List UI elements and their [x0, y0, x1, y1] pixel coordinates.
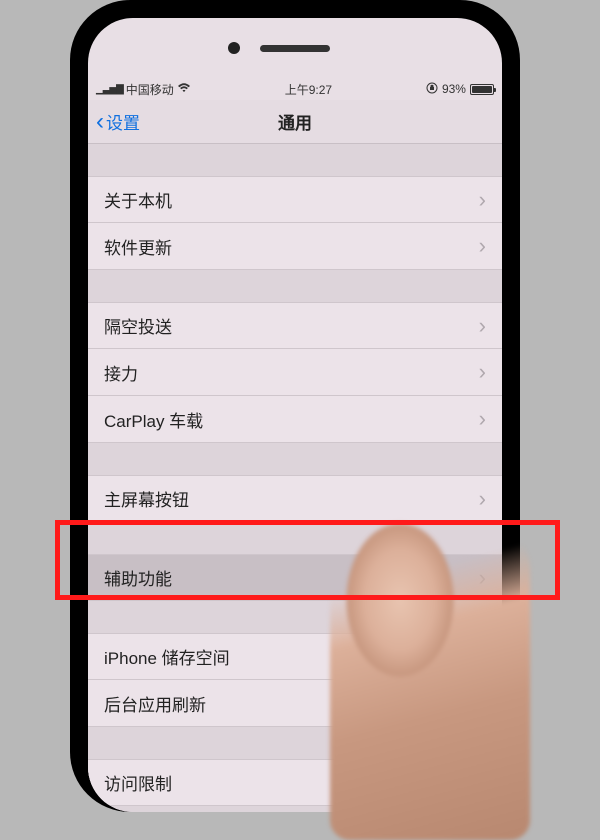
back-label: 设置 [106, 109, 140, 134]
row-airdrop[interactable]: 隔空投送 › [88, 302, 502, 349]
orientation-lock-icon [426, 82, 438, 97]
chevron-right-icon: › [479, 187, 486, 213]
row-label: 关于本机 [104, 187, 172, 212]
chevron-right-icon: › [479, 313, 486, 339]
signal-icon: ▁▃▅▇ [96, 84, 123, 95]
page-title: 通用 [278, 109, 312, 134]
settings-list[interactable]: 关于本机 › 软件更新 › 隔空投送 › 接力 › CarPlay 车载 › [88, 144, 502, 812]
row-label: 主屏幕按钮 [104, 486, 189, 511]
battery-icon [470, 84, 494, 95]
row-label: 软件更新 [104, 234, 172, 259]
row-accessibility[interactable]: 辅助功能 › [88, 554, 502, 601]
row-label: 访问限制 [104, 770, 172, 795]
row-label: 隔空投送 [104, 313, 172, 338]
row-restrictions[interactable]: 访问限制 › [88, 759, 502, 806]
chevron-right-icon: › [479, 644, 486, 670]
row-carplay[interactable]: CarPlay 车载 › [88, 396, 502, 443]
row-software-update[interactable]: 软件更新 › [88, 223, 502, 270]
battery-percent: 93% [442, 82, 466, 96]
chevron-left-icon: ‹ [96, 108, 104, 136]
chevron-right-icon: › [479, 406, 486, 432]
back-button[interactable]: ‹ 设置 [96, 108, 140, 136]
wifi-icon [177, 82, 191, 96]
row-about[interactable]: 关于本机 › [88, 176, 502, 223]
row-label: 辅助功能 [104, 565, 172, 590]
phone-frame: ▁▃▅▇ 中国移动 上午9:27 93% ‹ 设置 通用 [70, 0, 520, 812]
row-label: iPhone 储存空间 [104, 644, 230, 669]
carrier-label: 中国移动 [126, 81, 174, 98]
row-background-refresh[interactable]: 后台应用刷新 › [88, 680, 502, 727]
row-iphone-storage[interactable]: iPhone 储存空间 › [88, 633, 502, 680]
row-label: CarPlay 车载 [104, 407, 203, 432]
status-left: ▁▃▅▇ 中国移动 [96, 81, 191, 98]
chevron-right-icon: › [479, 359, 486, 385]
chevron-right-icon: › [479, 565, 486, 591]
status-bar: ▁▃▅▇ 中国移动 上午9:27 93% [88, 78, 502, 100]
earpiece-speaker [260, 45, 330, 52]
status-time: 上午9:27 [285, 81, 332, 98]
nav-bar: ‹ 设置 通用 [88, 100, 502, 144]
chevron-right-icon: › [479, 690, 486, 716]
phone-hardware-top [88, 18, 502, 78]
row-label: 后台应用刷新 [104, 691, 206, 716]
status-right: 93% [426, 82, 494, 97]
chevron-right-icon: › [479, 486, 486, 512]
front-camera [228, 42, 240, 54]
row-label: 接力 [104, 360, 138, 385]
chevron-right-icon: › [479, 770, 486, 796]
phone-screen: ▁▃▅▇ 中国移动 上午9:27 93% ‹ 设置 通用 [88, 18, 502, 812]
row-home-button[interactable]: 主屏幕按钮 › [88, 475, 502, 522]
chevron-right-icon: › [479, 233, 486, 259]
row-handoff[interactable]: 接力 › [88, 349, 502, 396]
